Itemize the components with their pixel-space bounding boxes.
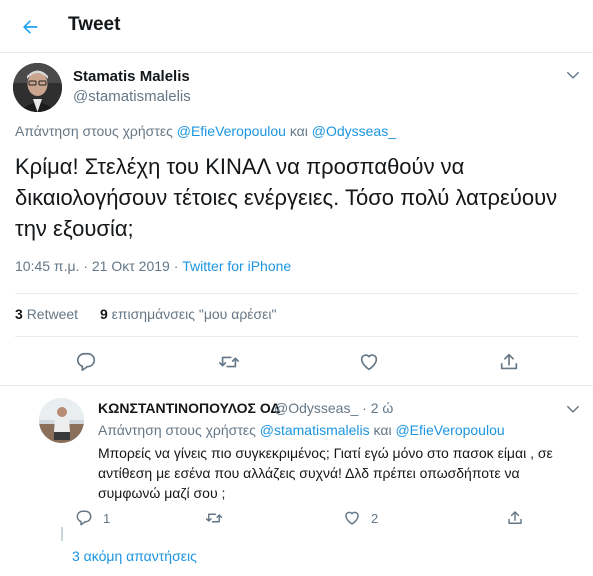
reply-count: 1 bbox=[103, 510, 111, 526]
mention-link[interactable]: @Odysseas_ bbox=[312, 123, 396, 139]
tweet-timestamp: 10:45 π.μ. · 21 Οκτ 2019 · Twitter for i… bbox=[15, 258, 291, 274]
tweet-date[interactable]: 21 Οκτ 2019 bbox=[92, 258, 170, 274]
thread-line bbox=[61, 527, 63, 541]
reply-button[interactable] bbox=[69, 345, 103, 379]
replying-to-label: Απάντηση στους χρήστες bbox=[15, 123, 173, 139]
share-icon bbox=[508, 511, 522, 524]
reply-author-meta: @Odysseas_ · 2 ώ bbox=[274, 400, 393, 416]
separator-dot: · bbox=[362, 400, 367, 416]
mention-link[interactable]: @EfieVeropoulou bbox=[177, 123, 286, 139]
retweets-stat[interactable]: 3 Retweet bbox=[15, 306, 78, 322]
divider bbox=[0, 385, 593, 386]
comment-icon bbox=[76, 510, 92, 526]
replying-to: Απάντηση στους χρήστες @EfieVeropoulou κ… bbox=[15, 123, 396, 139]
retweet-icon bbox=[219, 356, 239, 368]
back-button[interactable] bbox=[14, 11, 46, 43]
reply-retweet-button[interactable] bbox=[205, 509, 233, 527]
reply-menu-button[interactable] bbox=[563, 399, 583, 419]
reply-like-button[interactable]: 2 bbox=[343, 509, 378, 527]
tweet-menu-button[interactable] bbox=[563, 65, 583, 85]
reply-author-handle[interactable]: @Odysseas_ bbox=[274, 400, 358, 416]
reply-replying-to: Απάντηση στους χρήστες @stamatismalelis … bbox=[98, 422, 505, 438]
author-name[interactable]: Stamatis Malelis bbox=[73, 68, 190, 85]
retweet-button[interactable] bbox=[212, 345, 246, 379]
chevron-down-icon bbox=[567, 405, 579, 413]
heart-icon bbox=[345, 511, 359, 525]
reply-share-button[interactable] bbox=[506, 509, 534, 527]
like-count: 9 bbox=[99, 306, 108, 322]
reply-reply-button[interactable]: 1 bbox=[75, 509, 110, 527]
tweet-stats: 3 Retweet 9 επισημάνσεις "μου αρέσει" bbox=[15, 306, 276, 322]
heart-icon bbox=[360, 354, 378, 371]
arrow-left-icon bbox=[23, 20, 38, 34]
separator-dot: · bbox=[173, 258, 179, 274]
page-title: Tweet bbox=[68, 14, 121, 35]
reply-time[interactable]: 2 ώ bbox=[371, 400, 394, 416]
mention-link[interactable]: @EfieVeropoulou bbox=[395, 422, 504, 438]
separator-dot: · bbox=[83, 258, 88, 274]
tweet-time[interactable]: 10:45 π.μ. bbox=[15, 258, 79, 274]
retweet-label: Retweet bbox=[26, 306, 79, 322]
share-icon bbox=[500, 353, 518, 370]
like-label: επισημάνσεις "μου αρέσει" bbox=[111, 306, 277, 322]
reply-author-name[interactable]: ΚΩΝΣΤΑΝΤΙΝΟΠΟΥΛΟΣ ΟΔ bbox=[98, 400, 280, 416]
tweet-text: Κρίμα! Στελέχη του ΚΙΝΑΛ να προσπαθούν ν… bbox=[15, 154, 558, 241]
replying-to-label: Απάντηση στους χρήστες bbox=[98, 422, 256, 438]
show-more-replies-link[interactable]: 3 ακόμη απαντήσεις bbox=[72, 548, 197, 564]
retweet-icon bbox=[205, 513, 223, 523]
author-handle[interactable]: @stamatismalelis bbox=[73, 88, 191, 105]
chevron-down-icon bbox=[567, 71, 579, 79]
like-count: 2 bbox=[371, 510, 379, 526]
replying-to-connector: και bbox=[289, 123, 308, 139]
like-button[interactable] bbox=[352, 345, 386, 379]
divider bbox=[15, 293, 578, 294]
replying-to-connector: και bbox=[373, 422, 392, 438]
retweet-count: 3 bbox=[15, 306, 23, 322]
reply-avatar[interactable] bbox=[39, 398, 84, 443]
divider bbox=[15, 336, 578, 337]
tweet-source-link[interactable]: Twitter for iPhone bbox=[182, 258, 291, 274]
profile-photo-icon bbox=[39, 398, 84, 443]
avatar[interactable] bbox=[13, 63, 62, 112]
top-bar: Tweet bbox=[0, 0, 593, 53]
reply-text: Μπορείς να γίνεις πιο συγκεκριμένος; Για… bbox=[98, 445, 553, 501]
share-button[interactable] bbox=[492, 345, 526, 379]
profile-photo-icon bbox=[13, 63, 62, 112]
likes-stat[interactable]: 9 επισημάνσεις "μου αρέσει" bbox=[100, 306, 277, 322]
mention-link[interactable]: @stamatismalelis bbox=[260, 422, 370, 438]
comment-icon bbox=[76, 352, 96, 372]
